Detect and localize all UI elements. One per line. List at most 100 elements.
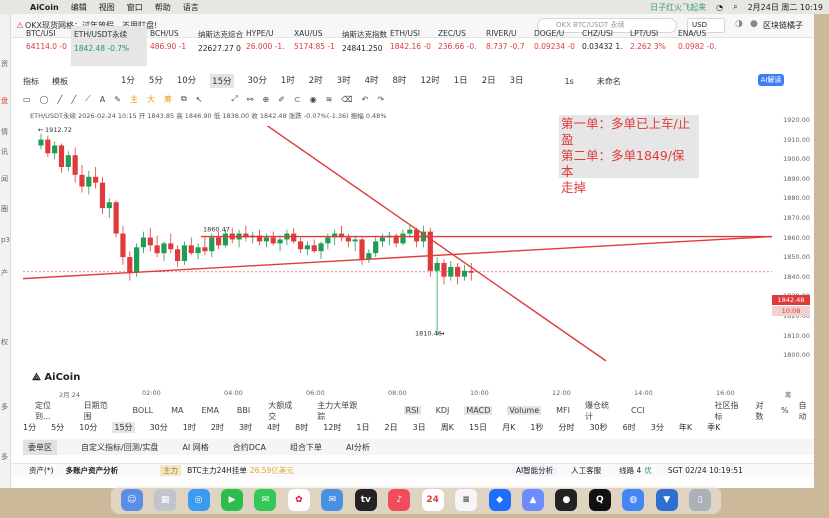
tf2-1[interactable]: 5分 [51,422,64,433]
tf-8[interactable]: 4时 [365,74,379,88]
tf2-10[interactable]: 12时 [323,422,341,433]
tf2-13[interactable]: 3日 [413,422,426,433]
indicator-0[interactable]: 定位到... [35,400,66,422]
fib-tool-icon[interactable]: ⤢ [231,94,237,104]
indicator-mid-3[interactable]: Volume [507,406,542,415]
ticker-item[interactable]: 纳斯达克指数 24841.250 [339,26,387,66]
bottom-tab-0[interactable]: 委单区 [23,439,57,455]
sidebar-item[interactable]: 权 [1,337,8,347]
indicator-4[interactable]: EMA [201,406,218,415]
trash-icon[interactable]: ⌫ [341,95,352,104]
tf-2[interactable]: 10分 [177,74,196,88]
sidebar-item[interactable]: 资 [1,59,8,69]
ticker-item[interactable]: ENA/US 0.0982 -0. [675,26,723,66]
indicator-mid-1[interactable]: KDJ [436,406,450,415]
indicator-mid-2[interactable]: MACD [464,406,493,415]
text-tool-icon[interactable]: A [100,95,105,104]
brush-tool-icon[interactable]: ✎ [114,95,121,104]
undo-icon[interactable]: ↶ [362,95,369,104]
tf2-3[interactable]: 15分 [112,422,135,433]
ticker-item[interactable]: RIVER/U 8.737 -0.7 [483,26,531,66]
menubar-ticker[interactable]: 日子红火飞起来 [650,2,706,13]
news-ticker[interactable]: BTC主力24H挂单 [187,465,247,476]
appletv-icon[interactable]: tv [354,489,377,511]
sidebar-item[interactable]: 盘 [1,96,8,106]
ellipse-tool-icon[interactable]: ◯ [40,95,49,104]
sidebar-item[interactable]: p3 [1,236,10,244]
indicator-right-3[interactable]: 自动 [799,400,814,422]
unnamed-layout[interactable]: 未命名 [597,76,621,87]
tf2-16[interactable]: 月K [502,422,515,433]
finder-icon[interactable]: ☺ [120,489,143,511]
tf2-14[interactable]: 周K [441,422,454,433]
mail-icon[interactable]: ✉ [321,489,344,511]
bottom-tab-3[interactable]: 合约DCA [233,442,266,453]
indicator-mid-5[interactable]: 爆仓统计 [585,400,616,422]
bottom-tab-5[interactable]: AI分析 [346,442,370,453]
link-tool-icon[interactable]: ⚯ [247,95,254,104]
tf2-7[interactable]: 3时 [239,422,252,433]
tf-6[interactable]: 2时 [309,74,323,88]
sidebar-item[interactable]: 情 [1,127,8,137]
menu-view[interactable]: 视图 [99,2,115,13]
menu-window[interactable]: 窗口 [127,2,143,13]
bottom-tab-4[interactable]: 组合下单 [290,442,322,453]
launchpad-icon[interactable]: ▦ [154,489,177,511]
indicator-2[interactable]: BOLL [133,406,154,415]
indicator-mid-4[interactable]: MFI [556,406,570,415]
sidebar-item[interactable]: 闻 [1,174,8,184]
indicator-right-0[interactable]: 社区指标 [715,400,746,422]
feishu-icon[interactable]: ◆ [488,489,511,511]
tf-13[interactable]: 3日 [510,74,524,88]
qq-icon[interactable]: ● [555,489,578,511]
menu-help[interactable]: 帮助 [155,2,171,13]
aicoin-dock-icon[interactable]: Q [588,489,611,511]
sidebar-item[interactable]: 多 [1,452,8,462]
tf2-19[interactable]: 30秒 [589,422,607,433]
rect-tool-icon[interactable]: ▭ [23,95,31,104]
indicator-mid-6[interactable]: CCI [631,406,645,415]
safari-icon[interactable]: ◎ [187,489,210,511]
messages-icon[interactable]: ✉ [254,489,277,511]
tf2-11[interactable]: 1日 [356,422,369,433]
template-button[interactable]: 模板 [52,76,68,87]
customer-service[interactable]: 人工客服 [571,465,601,476]
tf-3[interactable]: 15分 [210,74,234,88]
ai-interpret-button[interactable]: AI解读 [758,74,784,86]
ticker-item[interactable]: BTC/USI 64114.0 -0 [23,26,71,66]
ticker-item[interactable]: CHZ/USI 0.03432 1. [579,26,627,66]
indicator-6[interactable]: 大额成交 [268,400,299,422]
tf2-9[interactable]: 8时 [295,422,308,433]
notes-icon[interactable]: ≡ [455,489,478,511]
indicator-3[interactable]: MA [171,406,183,415]
tf2-18[interactable]: 分时 [558,422,574,433]
tf2-8[interactable]: 4时 [267,422,280,433]
menu-language[interactable]: 语言 [183,2,199,13]
menu-edit[interactable]: 编辑 [71,2,87,13]
tf2-15[interactable]: 15日 [469,422,487,433]
indicator-1[interactable]: 日期范围 [84,400,115,422]
seconds-button[interactable]: 1s [565,77,574,86]
ticker-item[interactable]: XAU/US 5174.85 -1 [291,26,339,66]
tf-0[interactable]: 1分 [121,74,135,88]
trash-dock-icon[interactable]: ▯ [689,489,712,511]
indicator-7[interactable]: 主力大单跟踪 [317,400,363,422]
facetime-icon[interactable]: ▶ [221,489,244,511]
indicator-mid-0[interactable]: RSI [403,406,421,415]
tf2-21[interactable]: 3分 [651,422,664,433]
layers-icon[interactable]: ≋ [326,95,333,104]
tf-1[interactable]: 5分 [149,74,163,88]
zoom-in-icon[interactable]: ⊕ [263,95,270,104]
ticker-item[interactable]: LPT/USI 2.262 3% [627,26,675,66]
pen-tool-icon[interactable]: ✐ [278,95,285,104]
main-force-button[interactable]: 主 [130,94,138,105]
indicator-5[interactable]: BBI [237,406,250,415]
indicator-right-2[interactable]: % [781,406,789,415]
trend-tool-icon[interactable]: ⟋ [85,94,91,104]
tf2-23[interactable]: 季K [707,422,720,433]
ticker-item[interactable]: HYPE/U 26.000 -1. [243,26,291,66]
chrome-icon[interactable]: ◍ [622,489,645,511]
eye-icon[interactable]: ◉ [310,95,317,104]
tf-5[interactable]: 1时 [281,74,295,88]
sidebar-item[interactable]: 多 [1,402,8,412]
